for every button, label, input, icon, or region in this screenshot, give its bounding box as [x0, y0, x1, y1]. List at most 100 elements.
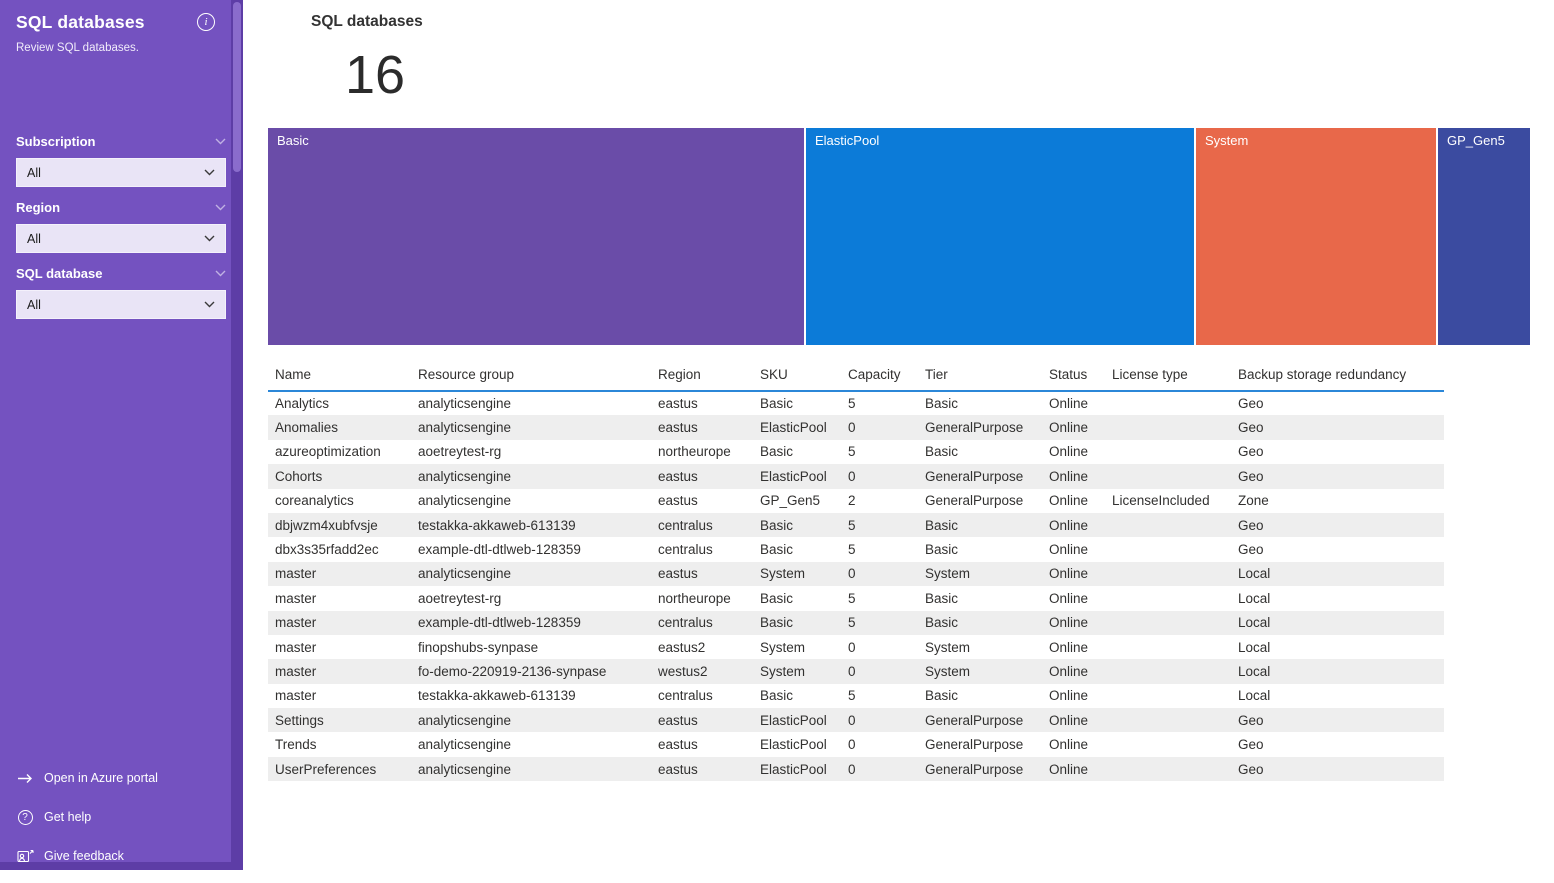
- cell: ElasticPool: [760, 468, 827, 484]
- column-header[interactable]: SKU: [760, 358, 848, 392]
- cell: LicenseIncluded: [1112, 493, 1210, 509]
- cell: Local: [1238, 566, 1271, 582]
- dropdown-selected-value: All: [27, 297, 41, 312]
- link-label: Open in Azure portal: [44, 771, 158, 785]
- treemap-segment-gp_gen5[interactable]: GP_Gen5: [1438, 128, 1530, 345]
- filter-section-header[interactable]: SQL database: [16, 264, 226, 282]
- column-header[interactable]: Status: [1049, 358, 1112, 392]
- cell: Online: [1049, 493, 1089, 509]
- cell: Local: [1238, 639, 1271, 655]
- cell: [1112, 513, 1238, 537]
- cell: dbjwzm4xubfvsje: [275, 517, 378, 533]
- table-row[interactable]: master example-dtl-dtlweb-128359 centralus…: [268, 610, 1444, 635]
- sidebar-vertical-scrollbar[interactable]: [231, 0, 243, 870]
- treemap-segment-basic[interactable]: Basic: [268, 128, 804, 345]
- cell: Basic: [925, 542, 959, 558]
- cell: eastus: [658, 468, 698, 484]
- sidebar-horizontal-scrollbar[interactable]: [0, 862, 231, 870]
- table-row[interactable]: master aoetreytest-rg northeurope Basic 5 Bas…: [268, 586, 1444, 610]
- cell: Geo: [1238, 396, 1264, 412]
- table-row[interactable]: dbjwzm4xubfvsje testakka-akkaweb-613139 ce…: [268, 512, 1444, 538]
- cell: northeurope: [658, 444, 731, 460]
- cell: System: [760, 566, 806, 582]
- databases-table: Name Resource group Region SKU Capacity Tier S…: [268, 358, 1444, 782]
- cell: example-dtl-dtlweb-128359: [418, 542, 581, 558]
- cell: analyticsengine: [418, 712, 512, 728]
- cell: Basic: [760, 517, 794, 533]
- feedback-icon: [16, 849, 34, 863]
- table-row[interactable]: Cohorts analyticsengine eastus ElasticPool 0…: [268, 464, 1444, 489]
- cell: 0: [848, 737, 856, 753]
- cell: [1112, 586, 1238, 610]
- table-row[interactable]: Trends analyticsengine eastus ElasticPool 0 G…: [268, 732, 1444, 756]
- cell: westus2: [658, 663, 708, 679]
- table-row[interactable]: Settings analyticsengine eastus ElasticPool…: [268, 708, 1444, 733]
- column-header[interactable]: Resource group: [418, 358, 658, 392]
- table-row[interactable]: Anomalies analyticsengine eastus ElasticPoo…: [268, 415, 1444, 440]
- table-row[interactable]: master fo-demo-220919-2136-synpase westus2…: [268, 659, 1444, 684]
- column-header[interactable]: Name: [268, 358, 418, 392]
- cell: Online: [1049, 688, 1089, 704]
- filter-dropdown[interactable]: All: [16, 224, 226, 253]
- cell: Online: [1049, 615, 1089, 631]
- treemap-segment-elasticpool[interactable]: ElasticPool: [806, 128, 1194, 345]
- scrollbar-thumb[interactable]: [233, 2, 241, 172]
- table-row[interactable]: azureoptimization aoetreytest-rg northeuro…: [268, 440, 1444, 464]
- cell: GeneralPurpose: [925, 712, 1024, 728]
- cell: master: [275, 688, 317, 704]
- cell: GeneralPurpose: [925, 468, 1024, 484]
- dropdown-selected-value: All: [27, 165, 41, 180]
- cell: Online: [1049, 712, 1089, 728]
- chevron-down-icon: [215, 204, 226, 210]
- cell: master: [275, 615, 317, 631]
- filter-dropdown[interactable]: All: [16, 158, 226, 187]
- table-row[interactable]: UserPreferences analyticsengine eastus Elas…: [268, 756, 1444, 782]
- cell: analyticsengine: [418, 761, 512, 777]
- cell: azureoptimization: [275, 444, 381, 460]
- cell: Online: [1049, 737, 1089, 753]
- link-get-help[interactable]: ? Get help: [16, 805, 158, 829]
- filter-subscription: Subscription All: [16, 132, 226, 187]
- help-icon: ?: [17, 809, 33, 825]
- cell: GP_Gen5: [760, 493, 821, 509]
- cell: eastus: [658, 761, 698, 777]
- table-row[interactable]: Analytics analyticsengine eastus Basic 5 Basi…: [268, 391, 1444, 415]
- table-row[interactable]: coreanalytics analyticsengine eastus GP_Gen…: [268, 489, 1444, 513]
- cell: Geo: [1238, 420, 1264, 436]
- treemap-segment-system[interactable]: System: [1196, 128, 1436, 345]
- info-icon[interactable]: i: [197, 13, 215, 31]
- cell: Online: [1049, 517, 1089, 533]
- link-label: Give feedback: [44, 849, 124, 863]
- column-header[interactable]: Tier: [925, 358, 1049, 392]
- filter-dropdown[interactable]: All: [16, 290, 226, 319]
- column-header[interactable]: Region: [658, 358, 760, 392]
- link-open-in-azure-portal[interactable]: Open in Azure portal: [16, 766, 158, 790]
- cell: centralus: [658, 688, 713, 704]
- filter-section-header[interactable]: Subscription: [16, 132, 226, 150]
- filter-section-header[interactable]: Region: [16, 198, 226, 216]
- cell: analyticsengine: [418, 566, 512, 582]
- column-header[interactable]: Backup storage redundancy: [1238, 358, 1444, 392]
- cell: [1112, 684, 1238, 708]
- sidebar-subtitle: Review SQL databases.: [16, 42, 139, 54]
- cell: System: [925, 566, 971, 582]
- cell: Online: [1049, 542, 1089, 558]
- table-row[interactable]: master testakka-akkaweb-613139 centralus Ba…: [268, 684, 1444, 708]
- cell: 5: [848, 615, 856, 631]
- cell: [1112, 464, 1238, 488]
- column-header[interactable]: Capacity: [848, 358, 925, 392]
- cell: System: [760, 639, 806, 655]
- table-row[interactable]: master finopshubs-synpase eastus2 System 0 Sy…: [268, 635, 1444, 659]
- cell: Basic: [760, 688, 794, 704]
- cell: 5: [848, 444, 856, 460]
- chevron-down-icon: [215, 138, 226, 144]
- chevron-down-icon: [215, 270, 226, 276]
- cell: centralus: [658, 517, 713, 533]
- cell: Online: [1049, 590, 1089, 606]
- column-header[interactable]: License type: [1112, 358, 1238, 392]
- cell: Geo: [1238, 737, 1264, 753]
- cell: fo-demo-220919-2136-synpase: [418, 663, 607, 679]
- table-row[interactable]: master analyticsengine eastus System 0 System…: [268, 561, 1444, 587]
- sidebar-title: SQL databases: [16, 12, 145, 32]
- table-row[interactable]: dbx3s35rfadd2ec example-dtl-dtlweb-128359…: [268, 537, 1444, 561]
